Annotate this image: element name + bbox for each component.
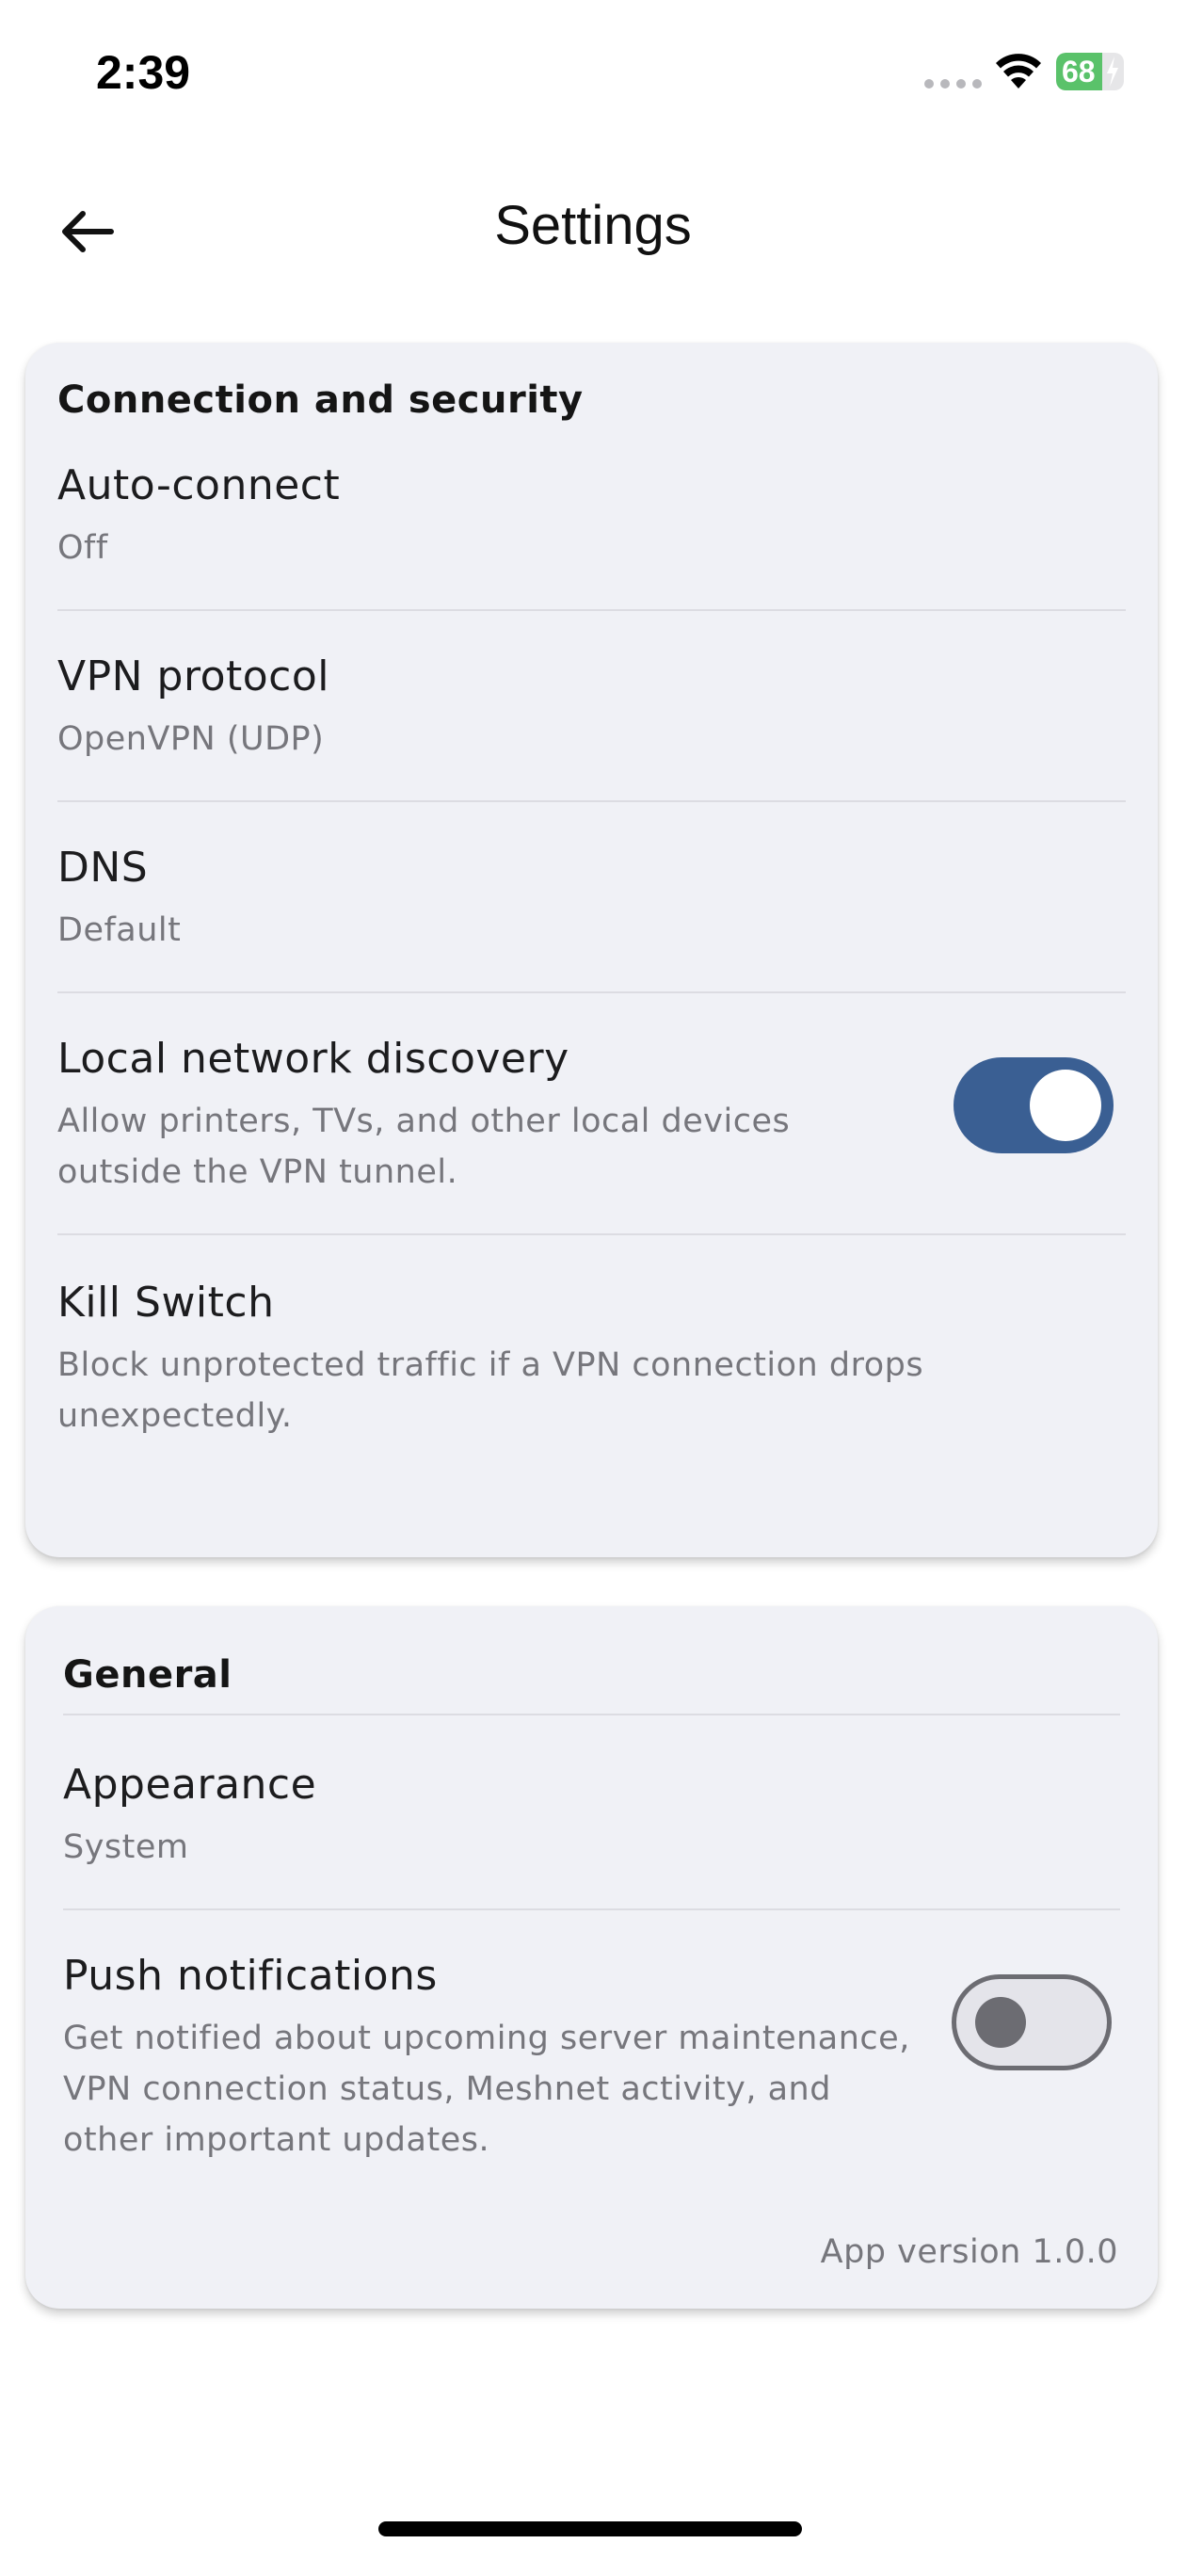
row-title: Appearance xyxy=(63,1761,317,1809)
section-title: Connection and security xyxy=(57,378,584,422)
app-version: App version 1.0.0 xyxy=(820,2233,1118,2271)
page-title: Settings xyxy=(494,195,692,256)
auto-connect-row[interactable]: Auto-connect Off xyxy=(25,422,1158,609)
row-title: VPN protocol xyxy=(57,652,330,700)
battery-percent: 68 xyxy=(1062,55,1096,89)
row-subtitle: Default xyxy=(57,911,182,949)
wifi-icon xyxy=(996,54,1041,89)
row-title: Kill Switch xyxy=(57,1279,275,1327)
push-notifications-row[interactable]: Push notifications Get notified about up… xyxy=(25,1910,1158,2201)
section-title: General xyxy=(63,1653,232,1697)
row-subtitle: Allow printers, TVs, and other local dev… xyxy=(57,1103,791,1191)
toggle-knob xyxy=(975,1997,1026,2048)
general-card: General Appearance System Push notificat… xyxy=(25,1606,1158,2309)
row-title: DNS xyxy=(57,844,149,892)
toggle-knob xyxy=(1030,1070,1101,1141)
dns-row[interactable]: DNS Default xyxy=(25,802,1158,991)
row-subtitle: Off xyxy=(57,529,108,567)
push-notifications-toggle[interactable] xyxy=(952,1974,1112,2070)
navigation-header: Settings xyxy=(0,169,1186,282)
local-network-discovery-row[interactable]: Local network discovery Allow printers, … xyxy=(25,993,1158,1233)
row-subtitle: Get notified about upcoming server maint… xyxy=(63,2020,910,2159)
local-network-discovery-toggle[interactable] xyxy=(954,1057,1114,1153)
vpn-protocol-row[interactable]: VPN protocol OpenVPN (UDP) xyxy=(25,611,1158,800)
row-subtitle: Block unprotected traffic if a VPN conne… xyxy=(57,1346,924,1435)
charging-bolt-icon xyxy=(1107,56,1118,87)
kill-switch-row[interactable]: Kill Switch Block unprotected traffic if… xyxy=(25,1235,1158,1477)
row-title: Auto-connect xyxy=(57,461,341,509)
status-time: 2:39 xyxy=(96,46,191,99)
connection-security-card: Connection and security Auto-connect Off… xyxy=(25,343,1158,1557)
appearance-row[interactable]: Appearance System xyxy=(25,1715,1158,1908)
row-subtitle: System xyxy=(63,1828,189,1866)
battery-icon: 68 xyxy=(1056,53,1124,90)
status-bar: 2:39 68 xyxy=(0,0,1186,141)
row-subtitle: OpenVPN (UDP) xyxy=(57,720,325,758)
home-indicator[interactable] xyxy=(378,2521,802,2536)
cellular-signal-icon xyxy=(924,79,982,89)
